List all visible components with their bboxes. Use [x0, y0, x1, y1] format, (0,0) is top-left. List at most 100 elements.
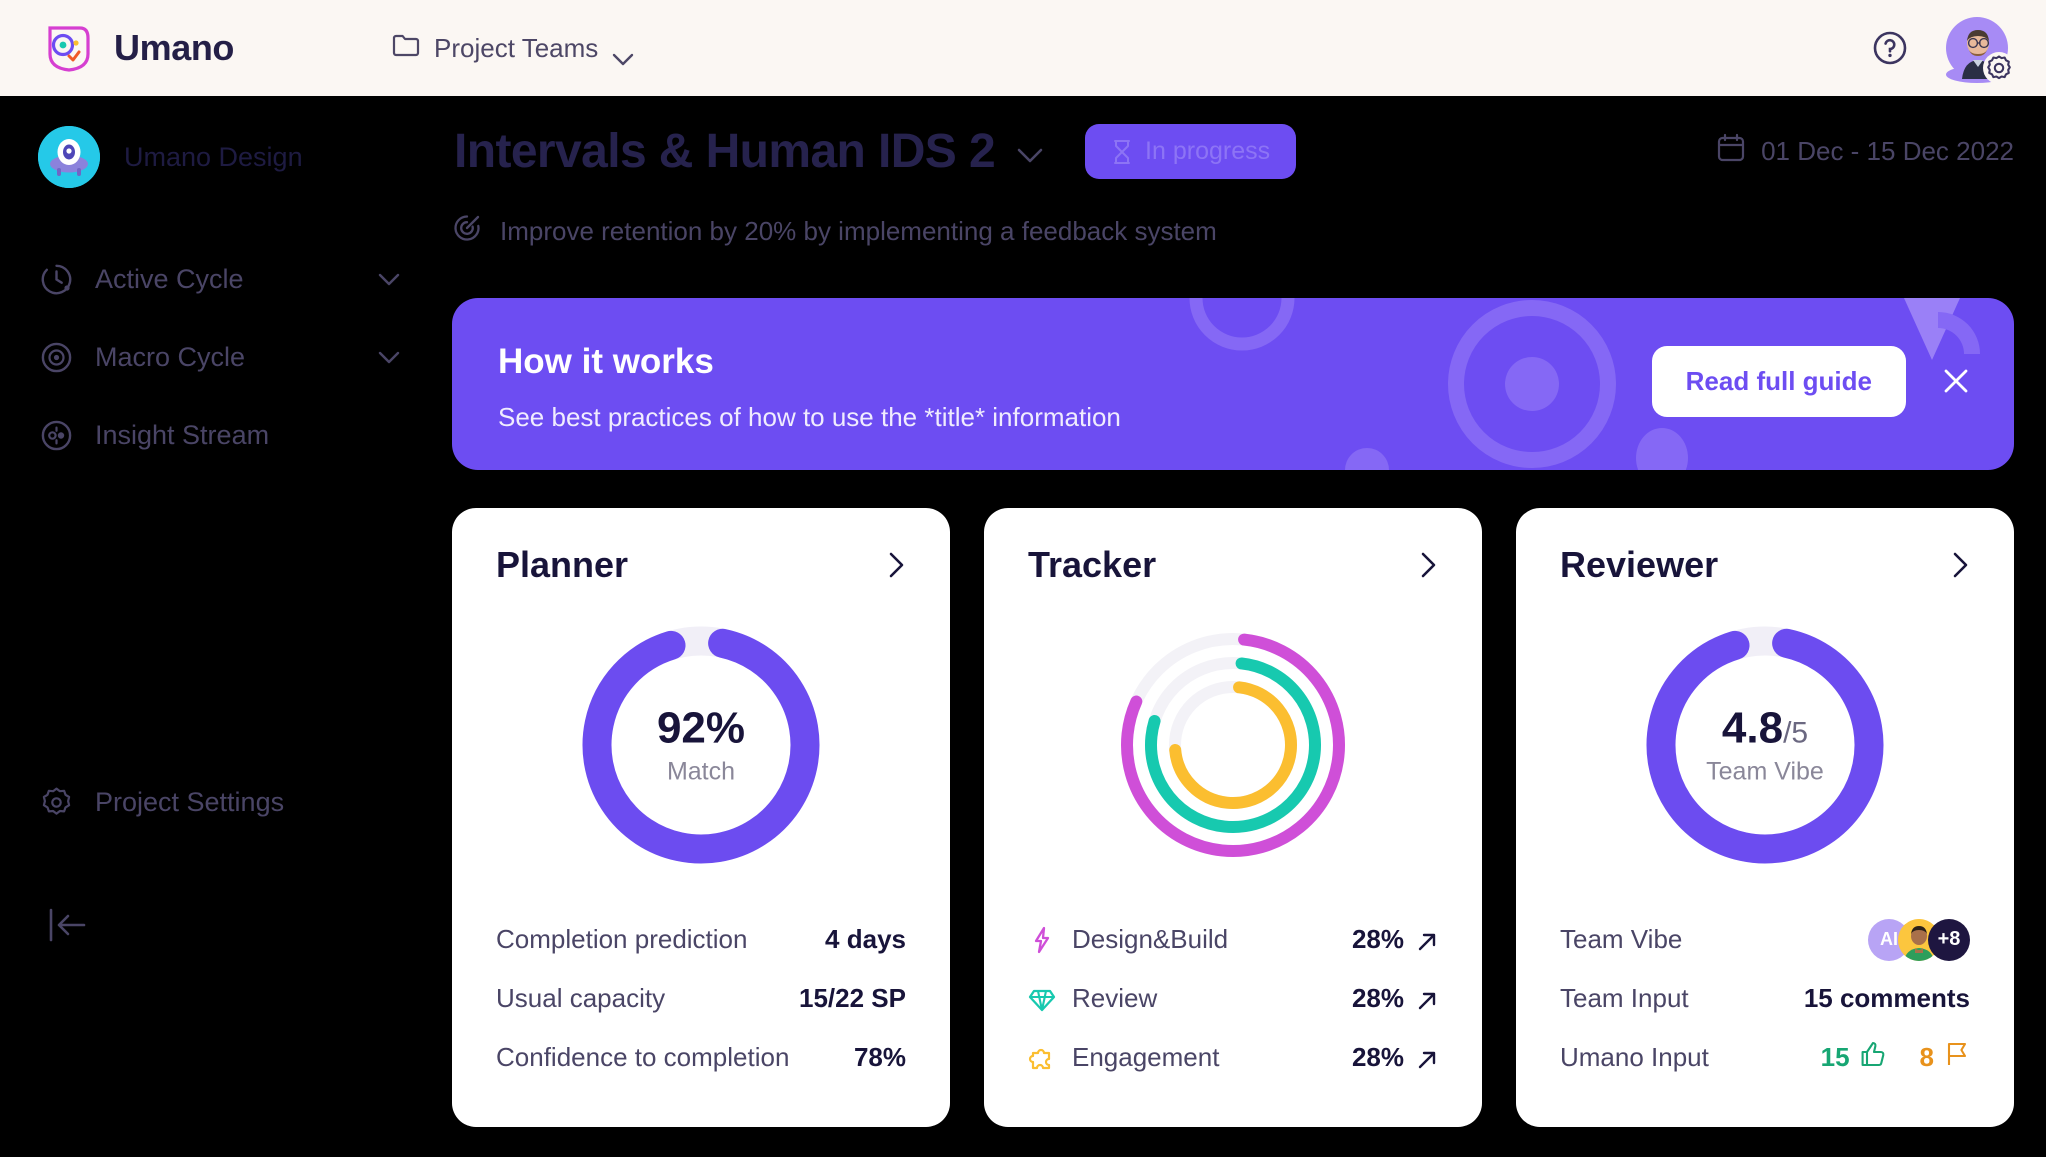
summary-cards: Planner 92% Match Completion prediction: [452, 508, 2014, 1127]
metric-label: Team Vibe: [1560, 924, 1683, 954]
banner-title: How it works: [498, 342, 714, 381]
clock-cycle-icon: [40, 263, 73, 296]
page-title: Intervals & Human IDS 2: [454, 125, 996, 178]
metric-row: Umano Input 15 8: [1560, 1028, 1970, 1087]
trend-up-icon: [1416, 988, 1438, 1010]
metric-value: 28%: [1351, 924, 1404, 954]
sidebar-item-label: Insight Stream: [95, 419, 270, 450]
sidebar-item-insight-stream[interactable]: Insight Stream: [0, 396, 452, 474]
puzzle-icon: [1028, 1044, 1056, 1072]
trend-up-icon: [1416, 929, 1438, 951]
metric-label: Design&Build: [1072, 924, 1229, 954]
planner-metrics: Completion prediction 4 days Usual capac…: [496, 910, 906, 1087]
metric-row: Engagement 28%: [1028, 1028, 1438, 1087]
sidebar-item-label: Macro Cycle: [95, 341, 246, 372]
thumbs-up-count: 15: [1820, 1042, 1850, 1072]
tracker-metrics: Design&Build 28% Review 28% Engagement 2…: [1028, 910, 1438, 1087]
top-bar-actions: [1872, 17, 2015, 84]
card-reviewer: Reviewer 4.8/5 Team Vibe Team Vibe AI +8…: [1516, 508, 2014, 1127]
banner-text: How it works See best practices of how t…: [498, 342, 1121, 433]
trend-up-icon: [1416, 1047, 1438, 1069]
target-icon: [452, 213, 482, 250]
how-it-works-banner: How it works See best practices of how t…: [452, 298, 2014, 470]
close-icon[interactable]: [1940, 365, 1972, 397]
card-header: Tracker: [1028, 544, 1438, 586]
metric-row: Team Vibe AI +8: [1560, 910, 1970, 969]
metric-row: Team Input 15 comments: [1560, 969, 1970, 1028]
metric-label: Umano Input: [1560, 1042, 1709, 1072]
thumbs-up-vote[interactable]: 15: [1821, 1041, 1886, 1074]
metric-row: Completion prediction 4 days: [496, 910, 906, 969]
avatar-overflow[interactable]: +8: [1928, 918, 1970, 961]
gem-icon: [1028, 985, 1056, 1013]
chevron-down-icon[interactable]: [378, 273, 400, 286]
metric-value-group: 28%: [1352, 983, 1438, 1014]
folder-icon: [392, 32, 420, 65]
flag-count: 8: [1919, 1042, 1934, 1072]
metric-label: Usual capacity: [496, 983, 666, 1013]
gear-icon[interactable]: [1982, 51, 2016, 85]
chevron-right-icon[interactable]: [1952, 551, 1970, 579]
card-planner: Planner 92% Match Completion prediction: [452, 508, 950, 1127]
chevron-down-icon[interactable]: [378, 351, 400, 364]
sidebar-nav: Active Cycle Macro Cycle Insight Stream: [0, 240, 452, 474]
sidebar-item-label: Project Settings: [95, 787, 285, 817]
sidebar-item-macro-cycle[interactable]: Macro Cycle: [0, 318, 452, 396]
metric-label: Confidence to completion: [496, 1042, 790, 1072]
card-title: Tracker: [1028, 544, 1157, 585]
metric-row: Usual capacity 15/22 SP: [496, 969, 906, 1028]
umano-logo-icon: [46, 24, 92, 72]
insight-stream-icon: [40, 419, 73, 452]
project-switcher-label: Project Teams: [434, 32, 599, 63]
flag-vote[interactable]: 8: [1920, 1041, 1970, 1074]
metric-row: Review 28%: [1028, 969, 1438, 1028]
avatar[interactable]: [1946, 17, 2015, 84]
card-title: Planner: [496, 544, 629, 585]
brand-name: Umano: [114, 27, 235, 68]
avatar-group[interactable]: AI +8: [1868, 918, 1970, 961]
collapse-sidebar-icon[interactable]: [48, 906, 90, 944]
chevron-right-icon[interactable]: [1420, 551, 1438, 579]
workspace-name: Umano Design: [124, 141, 303, 172]
flag-icon: [1944, 1041, 1970, 1074]
banner-subtitle: See best practices of how to use the *ti…: [498, 402, 1121, 432]
main-content: Intervals & Human IDS 2 In progress 01 D…: [452, 96, 2046, 1157]
project-goal-label: Improve retention by 20% by implementing…: [500, 216, 1217, 246]
gear-settings-icon: [40, 786, 73, 819]
metric-value-group: 28%: [1352, 924, 1438, 955]
chevron-down-icon[interactable]: [1017, 148, 1043, 163]
reviewer-metrics: Team Vibe AI +8 Team Input 15 comments U…: [1560, 910, 1970, 1087]
card-title: Reviewer: [1560, 544, 1719, 585]
read-full-guide-button[interactable]: Read full guide: [1651, 346, 1906, 417]
project-goal: Improve retention by 20% by implementing…: [452, 213, 2046, 250]
card-header: Planner: [496, 544, 906, 586]
page-header: Intervals & Human IDS 2 In progress 01 D…: [452, 96, 2046, 250]
metric-label: Review: [1072, 983, 1158, 1013]
umano-design-logo-icon: [38, 126, 100, 188]
brand[interactable]: Umano: [46, 24, 234, 72]
chevron-down-icon: [612, 42, 634, 65]
help-circle-icon[interactable]: [1872, 30, 1908, 66]
sidebar-item-project-settings[interactable]: Project Settings: [40, 786, 284, 819]
hourglass-icon: [1111, 139, 1133, 165]
workspace-switcher[interactable]: Umano Design: [38, 126, 452, 188]
date-range[interactable]: 01 Dec - 15 Dec 2022: [1717, 133, 2014, 170]
target-dot-icon: [40, 341, 73, 374]
metric-value-group: 28%: [1352, 1042, 1438, 1073]
card-tracker: Tracker Design&Build 28% Review 28% Enga…: [984, 508, 1482, 1127]
title-row: Intervals & Human IDS 2 In progress 01 D…: [452, 124, 2046, 179]
sidebar-item-label: Active Cycle: [95, 263, 244, 294]
metric-value: 28%: [1351, 1042, 1404, 1072]
reviewer-donut-chart: 4.8/5 Team Vibe: [1560, 620, 1970, 870]
metric-value: 78%: [853, 1042, 906, 1072]
bolt-icon: [1028, 926, 1056, 954]
top-bar: Umano Project Teams: [0, 0, 2046, 96]
metric-label: Completion prediction: [496, 924, 748, 954]
metric-label: Team Input: [1560, 983, 1689, 1013]
status-badge[interactable]: In progress: [1085, 124, 1297, 179]
chevron-right-icon[interactable]: [888, 551, 906, 579]
metric-row: Confidence to completion 78%: [496, 1028, 906, 1087]
thumbs-up-icon: [1860, 1041, 1886, 1074]
project-switcher[interactable]: Project Teams: [392, 32, 634, 65]
sidebar-item-active-cycle[interactable]: Active Cycle: [0, 240, 452, 318]
